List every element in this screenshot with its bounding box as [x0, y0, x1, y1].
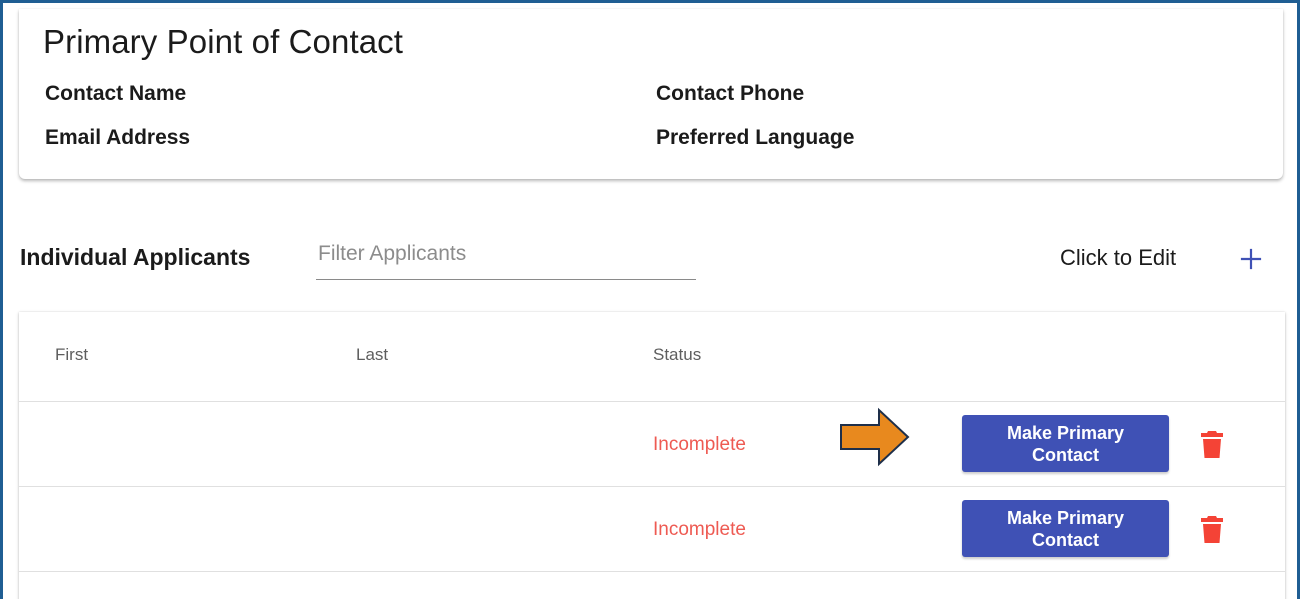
applicants-table: First Last Status Incomplete Make Primar… [19, 312, 1285, 599]
filter-applicants-input[interactable] [316, 237, 698, 271]
trash-icon[interactable] [1200, 515, 1224, 544]
arrow-right-icon [840, 407, 910, 467]
plus-icon[interactable] [1239, 247, 1263, 271]
status-text: Incomplete [653, 434, 746, 455]
make-primary-contact-button[interactable]: Make Primary Contact [962, 500, 1169, 557]
column-header-last[interactable]: Last [356, 345, 388, 365]
table-divider [19, 571, 1285, 572]
click-to-edit-label: Click to Edit [1060, 245, 1177, 270]
individual-applicants-heading: Individual Applicants [20, 244, 251, 270]
screenshot-frame: Primary Point of Contact Contact Name Em… [0, 0, 1300, 599]
table-row[interactable]: Incomplete Make Primary Contact [19, 486, 1285, 572]
email-address-label: Email Address [45, 126, 191, 149]
primary-contact-card: Primary Point of Contact Contact Name Em… [19, 9, 1283, 179]
preferred-language-label: Preferred Language [656, 126, 855, 149]
column-header-status[interactable]: Status [653, 345, 701, 365]
trash-icon[interactable] [1200, 430, 1224, 459]
make-primary-contact-button[interactable]: Make Primary Contact [962, 415, 1169, 472]
status-text: Incomplete [653, 519, 746, 540]
column-header-first[interactable]: First [55, 345, 88, 365]
filter-applicants-field [316, 231, 698, 280]
table-row[interactable]: Incomplete Make Primary Contact [19, 401, 1285, 487]
primary-contact-title: Primary Point of Contact [43, 23, 404, 60]
contact-name-label: Contact Name [45, 82, 187, 105]
contact-phone-label: Contact Phone [656, 82, 805, 105]
